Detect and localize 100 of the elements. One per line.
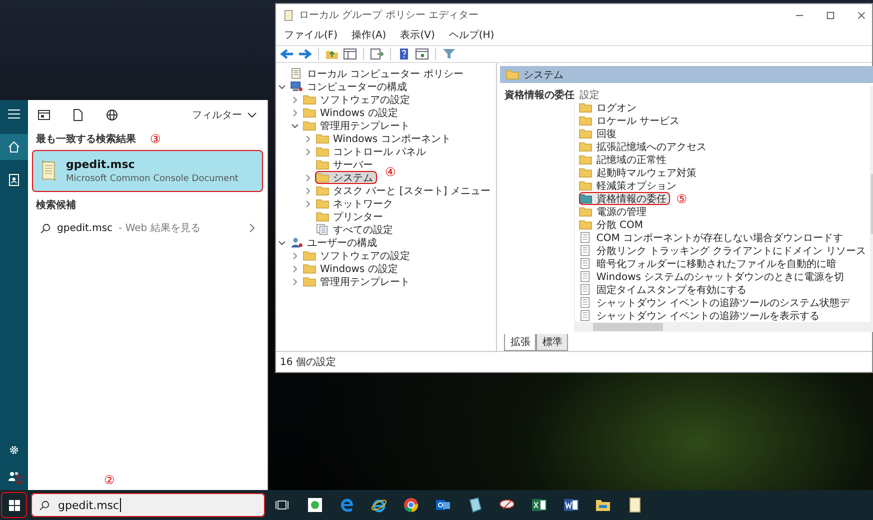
policy-setting-icon — [579, 284, 592, 295]
ie-browser-icon[interactable] — [371, 497, 387, 513]
tree-item[interactable]: ユーザーの構成 — [289, 236, 381, 249]
tree-pane-icon[interactable] — [343, 48, 357, 60]
search-suggestion[interactable]: gpedit.msc - Web 結果を見る — [32, 216, 263, 240]
folder-icon — [579, 115, 592, 126]
filter-dropdown[interactable]: フィルター — [192, 108, 257, 122]
expand-chevron-icon[interactable] — [291, 252, 299, 260]
word-processor-icon[interactable] — [563, 497, 579, 513]
setting-item[interactable]: 固定タイムスタンプを有効にする — [579, 283, 750, 296]
menu-item[interactable]: 操作(A) — [352, 28, 386, 42]
menu-item[interactable]: ヘルプ(H) — [448, 28, 494, 42]
expand-chevron-icon[interactable] — [304, 186, 312, 194]
setting-item[interactable]: ロケール サービス — [579, 114, 684, 127]
export-list-icon[interactable] — [370, 48, 384, 60]
tree-item[interactable]: システム — [315, 171, 377, 184]
setting-item[interactable]: 資格情報の委任 — [579, 192, 670, 205]
close-icon[interactable] — [857, 10, 866, 20]
notebook-app-icon[interactable] — [467, 497, 483, 513]
menu-icon[interactable] — [8, 108, 20, 120]
filter-icon[interactable] — [442, 48, 456, 60]
note-app-icon[interactable] — [307, 497, 323, 513]
expand-chevron-icon[interactable] — [291, 96, 299, 104]
tree-item[interactable]: コントロール パネル — [315, 145, 430, 158]
menu-item[interactable]: ファイル(F) — [284, 28, 338, 42]
tree-item[interactable]: サーバー — [315, 158, 377, 171]
folder-icon — [316, 146, 329, 157]
tree-item[interactable]: コンピューターの構成 — [289, 80, 411, 93]
tree-item[interactable]: ソフトウェアの設定 — [302, 93, 414, 106]
tree-item[interactable]: 管理用テンプレート — [302, 275, 414, 288]
tree-item[interactable]: ローカル コンピューター ポリシー — [289, 67, 468, 80]
home-tab[interactable] — [0, 134, 28, 160]
tree-item[interactable]: Windows の設定 — [302, 106, 402, 119]
view-tab[interactable]: 標準 — [536, 334, 568, 351]
tree-item[interactable]: 管理用テンプレート — [302, 119, 414, 132]
tree-item[interactable]: ソフトウェアの設定 — [302, 249, 414, 262]
console-document-icon[interactable] — [627, 497, 643, 513]
expand-chevron-icon[interactable] — [304, 134, 312, 142]
expand-chevron-icon[interactable] — [304, 174, 312, 182]
setting-item[interactable]: 回復 — [579, 127, 620, 140]
properties-pane-icon[interactable] — [415, 48, 429, 60]
expand-chevron-icon[interactable] — [291, 108, 299, 116]
maximize-icon[interactable] — [826, 10, 835, 20]
setting-item[interactable]: シャットダウン イベントの追跡ツールのシステム状態デ — [579, 296, 854, 309]
policy-setting-icon — [579, 271, 592, 282]
back-arrow-icon[interactable] — [280, 48, 294, 60]
expand-chevron-icon[interactable] — [291, 278, 299, 286]
folder-icon — [316, 198, 329, 209]
search-field[interactable]: gpedit.msc — [31, 493, 265, 517]
setting-item[interactable]: 軽減策オプション — [579, 179, 680, 192]
expand-chevron-icon[interactable] — [304, 200, 312, 208]
contact-card-icon[interactable] — [8, 174, 20, 186]
setting-item[interactable]: ログオン — [579, 101, 640, 114]
folder-icon — [579, 102, 592, 113]
section-heading: 最も一致する検索結果 — [36, 132, 136, 146]
collapse-chevron-icon[interactable] — [291, 122, 299, 130]
collapse-chevron-icon[interactable] — [278, 238, 286, 246]
expand-chevron-icon[interactable] — [291, 264, 299, 272]
spreadsheet-app-icon[interactable] — [531, 497, 547, 513]
app-window-icon[interactable] — [38, 109, 50, 121]
policy-setting-icon — [579, 258, 592, 269]
suggestion-hint: - Web 結果を見る — [118, 222, 200, 235]
document-icon[interactable] — [72, 109, 84, 121]
tree-item[interactable]: プリンター — [315, 210, 387, 223]
expand-chevron-icon[interactable] — [304, 148, 312, 156]
tree-item[interactable]: Windows の設定 — [302, 262, 402, 275]
start-button[interactable] — [1, 492, 27, 518]
setting-item[interactable]: 電源の管理 — [579, 205, 650, 218]
callout-number: ⑤ — [676, 192, 688, 204]
tree-item[interactable]: タスク バーと [スタート] メニュー — [315, 184, 494, 197]
tree-item[interactable]: Windows コンポーネント — [315, 132, 455, 145]
setting-item[interactable]: 記憶域の正常性 — [579, 153, 670, 166]
search-result[interactable]: gpedit.msc Microsoft Common Console Document — [32, 150, 263, 192]
collapse-chevron-icon[interactable] — [278, 82, 286, 90]
tree-item[interactable]: ネットワーク — [315, 197, 397, 210]
folder-icon — [579, 154, 592, 165]
setting-item[interactable]: シャットダウン イベントの追跡ツールを表示する — [579, 309, 824, 322]
settings-icon[interactable] — [8, 444, 20, 456]
setting-item[interactable]: 暗号化フォルダーに移動されたファイルを自動的に暗 — [579, 257, 840, 270]
help-icon[interactable] — [397, 48, 411, 60]
setting-item[interactable]: 分散リンク トラッキング クライアントにドメイン リソース — [579, 244, 870, 257]
folder-icon — [303, 250, 316, 261]
forward-arrow-icon[interactable] — [298, 48, 312, 60]
setting-item[interactable]: 拡張記憶域へのアクセス — [579, 140, 710, 153]
setting-item[interactable]: 分散 COM — [579, 218, 648, 231]
column-heading[interactable]: 設定 — [579, 88, 870, 101]
folder-icon — [579, 167, 592, 178]
horizontal-scrollbar[interactable] — [575, 322, 873, 332]
setting-item[interactable]: COM コンポーネントが存在しない場合ダウンロードす — [579, 231, 848, 244]
menu-item[interactable]: 表示(V) — [400, 28, 435, 42]
tree-item[interactable]: すべての設定 — [315, 223, 397, 236]
view-tab[interactable]: 拡張 — [504, 334, 536, 351]
setting-item[interactable]: Windows システムのシャットダウンのときに電源を切 — [579, 270, 848, 283]
up-folder-icon[interactable] — [325, 48, 339, 60]
edge-browser-icon[interactable] — [339, 497, 355, 513]
mail-app-icon[interactable] — [435, 497, 451, 513]
chrome-browser-icon[interactable] — [403, 497, 419, 513]
globe-icon[interactable] — [106, 109, 118, 121]
setting-item[interactable]: 起動時マルウェア対策 — [579, 166, 700, 179]
folder-icon[interactable] — [595, 497, 611, 513]
